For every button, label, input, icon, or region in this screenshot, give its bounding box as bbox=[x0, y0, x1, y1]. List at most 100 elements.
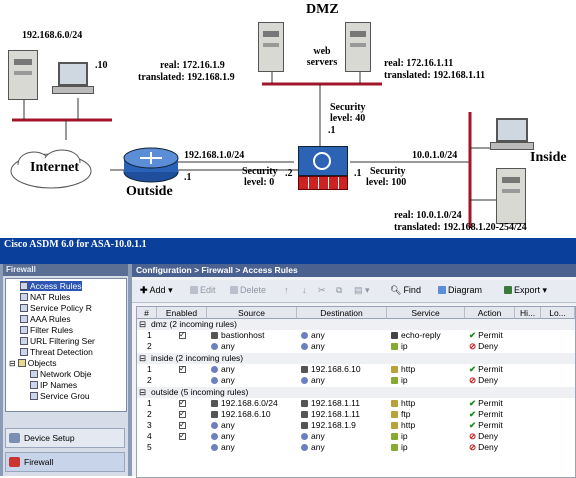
window-title: Cisco ASDM 6.0 for ASA-10.0.1.1 bbox=[4, 239, 147, 250]
nat-translated-label: translated: 192.168.1.9 bbox=[138, 72, 235, 83]
network-icon bbox=[211, 400, 218, 407]
column-header[interactable]: Hi... bbox=[515, 307, 541, 319]
rule-action: ⊘ Deny bbox=[469, 442, 498, 452]
interface-ip-label: .1 bbox=[184, 172, 192, 183]
paste-icon[interactable]: ▤ ▾ bbox=[354, 284, 370, 297]
rule-action: ⊘ Deny bbox=[469, 341, 498, 351]
tree-item-service-policy[interactable]: Service Policy R bbox=[20, 303, 92, 313]
rule-action: ✔ Permit bbox=[469, 398, 503, 408]
collapse-icon[interactable]: ⊟ bbox=[139, 319, 146, 330]
tree-item-label: AAA Rules bbox=[30, 314, 71, 324]
table-row[interactable]: 3 any 192.168.1.9 http ✔Permit bbox=[137, 419, 575, 431]
column-header[interactable]: Action bbox=[465, 307, 515, 319]
cut-icon[interactable]: ✂ bbox=[318, 284, 326, 297]
rule-source: any bbox=[211, 364, 235, 375]
firewall-button[interactable]: Firewall bbox=[5, 452, 125, 472]
enabled-checkbox[interactable] bbox=[179, 430, 186, 442]
rule-service: http bbox=[391, 364, 415, 375]
rule-source: 192.168.6.10 bbox=[211, 409, 271, 420]
tree-item-label: Network Obje bbox=[40, 369, 92, 379]
tree-item-label: Access Rules bbox=[30, 281, 82, 291]
nat-translated-label: translated: 192.168.1.20-254/24 bbox=[394, 222, 527, 233]
tree-item-access-rules[interactable]: Access Rules bbox=[20, 281, 82, 291]
column-header[interactable]: Lo... bbox=[541, 307, 575, 319]
expand-icon[interactable]: ⊟ bbox=[9, 359, 16, 368]
collapse-icon[interactable]: ⊟ bbox=[139, 353, 146, 364]
rule-action: ⊘ Deny bbox=[469, 375, 498, 385]
network-diagram: DMZ 192.168.6.0/24 .10 web servers real:… bbox=[0, 0, 576, 238]
permit-icon: ✔ bbox=[469, 409, 477, 419]
table-row[interactable]: 2 any any ip ⊘ Deny bbox=[137, 375, 575, 386]
tree-item-url-filtering[interactable]: URL Filtering Ser bbox=[20, 336, 95, 346]
delete-button[interactable]: Delete bbox=[230, 284, 266, 297]
device-setup-button[interactable]: Device Setup bbox=[5, 428, 125, 448]
any-icon bbox=[301, 433, 308, 440]
tree-item-filter-rules[interactable]: Filter Rules bbox=[20, 325, 73, 335]
move-up-icon[interactable]: ↑ bbox=[284, 284, 289, 297]
column-header[interactable]: Destination bbox=[297, 307, 387, 319]
tree-item-nat-rules[interactable]: NAT Rules bbox=[20, 292, 70, 302]
inside-label: Inside bbox=[530, 150, 567, 165]
rule-group-row[interactable]: ⊟ dmz (2 incoming rules) bbox=[137, 319, 575, 330]
collapse-icon[interactable]: ⊟ bbox=[139, 387, 146, 398]
table-row[interactable]: 1 192.168.6.0/24 192.168.1.11 http ✔Perm… bbox=[137, 397, 575, 409]
deny-icon: ⊘ bbox=[469, 431, 477, 441]
column-header[interactable]: # bbox=[137, 307, 157, 319]
rule-group-row[interactable]: ⊟ outside (5 incoming rules) bbox=[137, 387, 575, 398]
tree-item-aaa-rules[interactable]: AAA Rules bbox=[20, 314, 71, 324]
tree-item-threat-detection[interactable]: Threat Detection bbox=[20, 347, 93, 357]
rule-service: ip bbox=[391, 375, 408, 386]
table-row[interactable]: 1 any 192.168.6.10 http ✔Permit bbox=[137, 363, 575, 375]
any-icon bbox=[211, 377, 218, 384]
edit-button[interactable]: Edit bbox=[190, 284, 216, 297]
copy-icon[interactable]: ⧉ bbox=[336, 284, 342, 297]
security-level-label: Security bbox=[242, 166, 278, 177]
nav-button-label: Device Setup bbox=[24, 433, 75, 443]
tcp-icon bbox=[391, 411, 398, 418]
rule-source: 192.168.6.0/24 bbox=[211, 398, 278, 409]
tree-item-network-objects[interactable]: Network Obje bbox=[30, 369, 92, 379]
tree-item-objects[interactable]: ⊟ Objects bbox=[9, 358, 57, 369]
rule-source: any bbox=[211, 341, 235, 352]
table-row[interactable]: 4 any any ip ⊘Deny bbox=[137, 430, 575, 442]
rule-service: ftp bbox=[391, 409, 410, 420]
tree-item-service-groups[interactable]: Service Grou bbox=[30, 391, 90, 401]
column-header[interactable]: Source bbox=[207, 307, 297, 319]
rule-action: ✔ Permit bbox=[469, 330, 503, 340]
column-header[interactable]: Enabled bbox=[157, 307, 207, 319]
enabled-checkbox[interactable] bbox=[179, 329, 186, 341]
dmz-label: DMZ bbox=[306, 2, 339, 17]
any-icon bbox=[211, 433, 218, 440]
column-header[interactable]: Service bbox=[387, 307, 465, 319]
security-level-label: Security bbox=[330, 102, 366, 113]
tree-item-ip-names[interactable]: IP Names bbox=[30, 380, 77, 390]
table-row[interactable]: 5 any any ip ⊘ Deny bbox=[137, 442, 575, 453]
firewall-icon bbox=[9, 457, 20, 467]
table-row[interactable]: 2 any any ip ⊘ Deny bbox=[137, 341, 575, 352]
rule-service: http bbox=[391, 398, 415, 409]
rule-action: ✔ Permit bbox=[469, 364, 503, 374]
move-down-icon[interactable]: ↓ bbox=[302, 284, 307, 297]
rule-source: any bbox=[211, 431, 235, 442]
rule-number: 2 bbox=[147, 375, 152, 385]
rule-destination: any bbox=[301, 442, 325, 453]
diagram-button[interactable]: Diagram bbox=[438, 284, 482, 297]
host-icon bbox=[211, 411, 218, 418]
table-row[interactable]: 1 bastionhost any echo-reply ✔Permit bbox=[137, 329, 575, 341]
laptop-base-icon bbox=[52, 86, 94, 94]
export-button[interactable]: Export ▾ bbox=[504, 284, 547, 297]
service-group-icon bbox=[30, 392, 38, 400]
table-row[interactable]: 2 192.168.6.10 192.168.1.11 ftp ✔Permit bbox=[137, 408, 575, 420]
tree-item-label: NAT Rules bbox=[30, 292, 71, 302]
nav-button-label: Firewall bbox=[24, 457, 54, 467]
ip-icon bbox=[391, 377, 398, 384]
rule-destination: 192.168.6.10 bbox=[301, 364, 361, 375]
add-button[interactable]: ✚ Add ▾ bbox=[140, 284, 173, 297]
enabled-checkbox[interactable] bbox=[179, 363, 186, 375]
rule-group-row[interactable]: ⊟ inside (2 incoming rules) bbox=[137, 353, 575, 364]
find-button[interactable]: 🔍︎ Find bbox=[390, 284, 421, 297]
deny-icon: ⊘ bbox=[469, 442, 477, 452]
window-title-bar: Cisco ASDM 6.0 for ASA-10.0.1.1 bbox=[0, 238, 576, 264]
rule-source: any bbox=[211, 375, 235, 386]
nat-translated-label: translated: 192.168.1.11 bbox=[384, 70, 486, 81]
